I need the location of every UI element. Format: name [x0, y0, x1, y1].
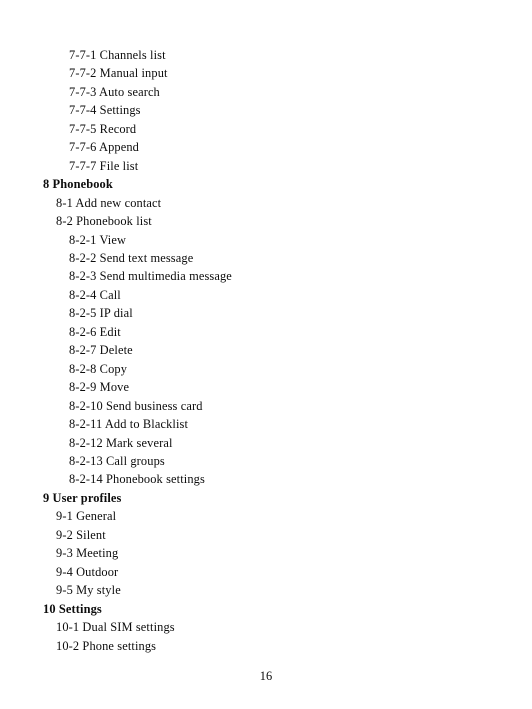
- toc-entry: 8-2-7 Delete: [69, 343, 133, 358]
- toc-entry: 8-2-11 Add to Blacklist: [69, 417, 189, 432]
- toc-entry: 8-2-6 Edit: [69, 324, 121, 339]
- toc-entry: 7-7-3 Auto search: [69, 84, 160, 99]
- toc-entry: 10-2 Phone settings: [56, 638, 157, 653]
- toc-entry: 8-2-1 View: [69, 232, 127, 247]
- page-number: 16: [259, 669, 273, 683]
- toc-entry: 8-1 Add new contact: [56, 195, 162, 210]
- toc-entry: 7-7-6 Append: [69, 140, 139, 155]
- toc-entry: 9-5 My style: [56, 583, 121, 598]
- document-page: 7-7-1 Channels list 7-7-2 Manual input 7-7…: [0, 0, 532, 709]
- toc-entry: 10-1 Dual SIM settings: [56, 620, 175, 635]
- toc-entry: 8-2-9 Move: [69, 380, 130, 395]
- toc-entry: 8-2-5 IP dial: [69, 306, 133, 321]
- toc-entry: 8-2-10 Send business card: [69, 398, 203, 413]
- toc-entry: 8-2-12 Mark several: [69, 435, 173, 450]
- toc-entry: 8-2-14 Phonebook settings: [69, 472, 205, 487]
- toc-entry: 8-2 Phonebook list: [56, 214, 152, 229]
- toc-entry: 8-2-3 Send multimedia message: [69, 269, 232, 284]
- toc-entry: 7-7-4 Settings: [69, 103, 141, 118]
- toc-entry: 9-3 Meeting: [56, 546, 119, 561]
- toc-entry: 9-1 General: [56, 509, 117, 524]
- toc-entry: 8-2-2 Send text message: [69, 250, 194, 265]
- toc-entry: 8-2-13 Call groups: [69, 453, 165, 468]
- toc-entry: 10 Settings: [43, 601, 102, 616]
- table-of-contents-list: 7-7-1 Channels list 7-7-2 Manual input 7-7…: [0, 46, 532, 655]
- toc-entry: 8 Phonebook: [43, 177, 113, 192]
- toc-entry: 9-2 Silent: [56, 527, 106, 542]
- toc-entry: 8-2-4 Call: [69, 287, 121, 302]
- toc-entry: 7-7-2 Manual input: [69, 66, 168, 81]
- toc-entry: 9 User profiles: [43, 490, 122, 505]
- toc-entry: 7-7-1 Channels list: [69, 48, 166, 62]
- toc-entry: 9-4 Outdoor: [56, 564, 119, 579]
- toc-entry: 7-7-7 File list: [69, 158, 139, 173]
- toc-entry: 7-7-5 Record: [69, 121, 137, 136]
- toc-entry: 8-2-8 Copy: [69, 361, 128, 376]
